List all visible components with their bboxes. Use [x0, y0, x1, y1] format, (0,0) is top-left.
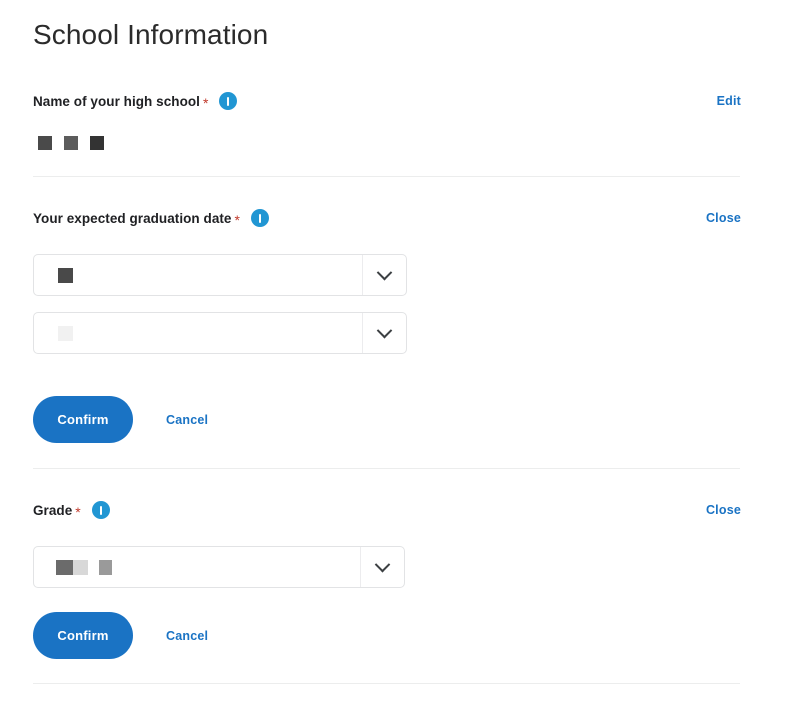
info-circle-icon[interactable]	[91, 501, 110, 519]
field-label-graduation-date: Your expected graduation date	[33, 210, 232, 226]
redaction-block	[64, 136, 78, 150]
action-buttons-grade: Confirm Cancel	[33, 612, 208, 659]
select-value-display	[34, 547, 360, 587]
section-divider	[33, 683, 740, 684]
info-circle-icon[interactable]	[219, 92, 238, 110]
redacted-value-school-name	[38, 136, 104, 150]
exclamation-mark-glyph	[227, 96, 230, 106]
redaction-block	[90, 136, 104, 150]
grade-select[interactable]	[33, 546, 405, 588]
page-title: School Information	[33, 19, 269, 50]
field-label-school-name: Name of your high school	[33, 93, 200, 109]
redaction-block	[58, 325, 73, 341]
exclamation-mark-glyph	[99, 505, 102, 515]
graduation-month-select[interactable]	[33, 254, 407, 296]
cancel-button-grade[interactable]: Cancel	[166, 629, 208, 643]
redaction-block	[56, 559, 73, 575]
confirm-button-grade[interactable]: Confirm	[33, 612, 133, 659]
graduation-year-select[interactable]	[33, 312, 407, 354]
field-header-graduation-date: Your expected graduation date * Close	[33, 208, 741, 228]
section-divider	[33, 468, 740, 469]
chevron-down-icon[interactable]	[361, 547, 404, 587]
chevron-down-icon[interactable]	[363, 255, 406, 295]
school-information-page: School Information Name of your high sch…	[0, 0, 804, 720]
chevron-down-icon[interactable]	[363, 313, 406, 353]
redaction-block	[73, 559, 88, 575]
close-button-grade[interactable]: Close	[706, 503, 741, 517]
confirm-button-graduation-date[interactable]: Confirm	[33, 396, 133, 443]
exclamation-mark-glyph	[258, 213, 261, 223]
required-asterisk: *	[202, 95, 209, 111]
field-header-grade: Grade * Close	[33, 500, 741, 520]
cancel-button-graduation-date[interactable]: Cancel	[166, 413, 208, 427]
redaction-block	[58, 267, 73, 283]
section-divider	[33, 176, 740, 177]
select-placeholder-display	[34, 313, 362, 353]
field-header-school-name: Name of your high school * Edit	[33, 91, 741, 111]
redaction-block	[99, 559, 112, 575]
field-label-grade: Grade	[33, 502, 73, 518]
required-asterisk: *	[234, 212, 240, 228]
action-buttons-graduation-date: Confirm Cancel	[33, 396, 208, 443]
redaction-block	[38, 136, 52, 150]
close-button-graduation-date[interactable]: Close	[706, 211, 741, 225]
edit-button-school-name[interactable]: Edit	[717, 94, 741, 108]
select-value-display	[34, 255, 362, 295]
required-asterisk: *	[75, 504, 81, 520]
info-circle-icon[interactable]	[250, 209, 269, 227]
